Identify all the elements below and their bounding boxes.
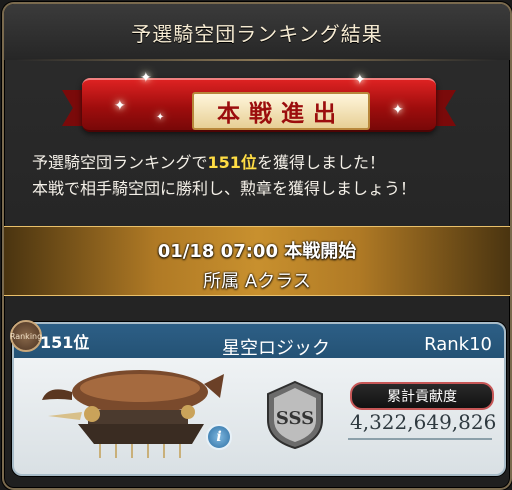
info-icon[interactable]: i: [206, 424, 232, 450]
sparkle-icon: ✦: [354, 72, 366, 88]
message-line-1-suffix: を獲得しました！: [256, 153, 385, 172]
sss-grade-text: SSS: [276, 408, 314, 429]
ranking-result-dialog: 予選騎空団ランキング結果 本戦進出 ✦ ✦ ✦ ✦ ✦ 予選騎空団ランキングで1…: [2, 2, 512, 490]
sparkle-icon: ✦: [140, 70, 152, 86]
message-rank-highlight: 151位: [207, 153, 257, 172]
ribbon-body: 本戦進出: [82, 78, 436, 132]
message-line-2: 本戦で相手騎空団に勝利し、勲章を獲得しましょう！: [32, 179, 417, 198]
schedule-band: 01/18 07:00 本戦開始 所属 Aクラス: [4, 226, 510, 296]
advance-ribbon: 本戦進出 ✦ ✦ ✦ ✦ ✦: [62, 70, 456, 134]
crew-name: 星空ロジック: [222, 338, 330, 359]
sparkle-icon: ✦: [156, 112, 165, 123]
airship-illustration: [42, 370, 224, 458]
contribution-value: 4,322,649,826: [350, 410, 497, 434]
crew-card-header: Ranking 151位 星空ロジック Rank10: [10, 320, 504, 359]
ranking-badge-icon: Ranking: [10, 320, 42, 352]
result-message: 予選騎空団ランキングで151位を獲得しました！ 本戦で相手騎空団に勝利し、勲章を…: [32, 150, 492, 202]
message-line-1-prefix: 予選騎空団ランキングで: [32, 153, 208, 172]
title-divider: [16, 59, 498, 61]
crew-card[interactable]: Ranking 151位 星空ロジック Rank10 i SSS 累計貢献度 4…: [10, 320, 506, 476]
contribution-underline: [348, 438, 492, 440]
sss-emblem-icon: SSS: [267, 380, 323, 450]
crew-rank: Rank10: [424, 334, 492, 355]
sparkle-icon: ✦: [392, 102, 404, 118]
crew-ranking: 151位: [40, 333, 90, 352]
ribbon-label: 本戦進出: [192, 92, 370, 130]
schedule-text: 01/18 07:00 本戦開始: [157, 241, 357, 262]
dialog-title: 予選騎空団ランキング結果: [4, 4, 510, 60]
contribution-label: 累計貢献度: [350, 382, 494, 410]
sparkle-icon: ✦: [114, 98, 126, 114]
class-text: 所属 Aクラス: [203, 271, 311, 292]
message-line-1: 予選騎空団ランキングで151位を獲得しました！: [32, 150, 492, 176]
